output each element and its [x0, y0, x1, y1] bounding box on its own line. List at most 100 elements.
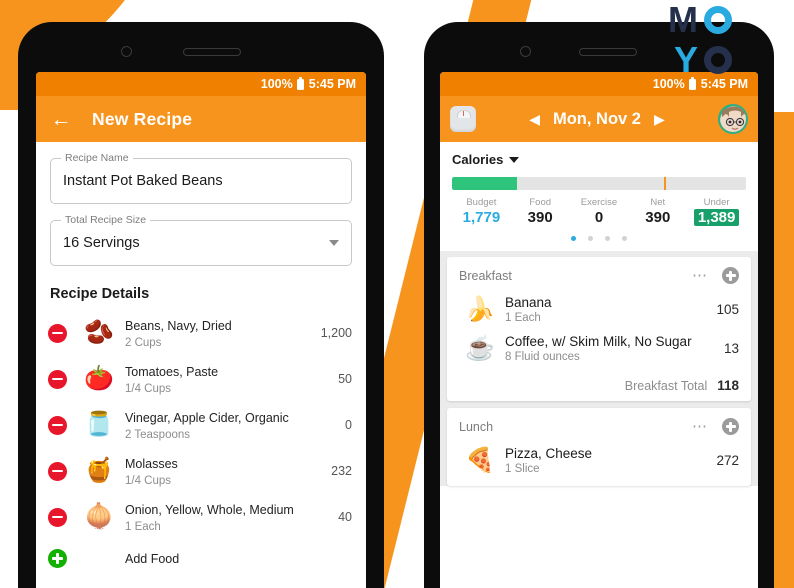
recipe-size-select[interactable]: Total Recipe Size 16 Servings	[50, 214, 352, 266]
ingredient-calories: 1,200	[320, 326, 352, 340]
food-name: Banana	[505, 295, 552, 310]
calories-header[interactable]: Calories	[452, 150, 746, 177]
next-day-icon[interactable]: ▶	[654, 112, 665, 126]
carousel-dot[interactable]	[571, 236, 576, 241]
calorie-progress-fill	[452, 177, 517, 190]
meal-total-row: Breakfast Total 118	[447, 368, 751, 395]
phone-left-frame: 100% 5:45 PM ← New Recipe Recipe Name In…	[18, 22, 384, 588]
calorie-stats-row: Budget 1,779 Food 390 Exercise 0 Net 390 Under 1,…	[452, 197, 746, 227]
ingredient-name: Beans, Navy, Dried	[125, 319, 232, 333]
avatar[interactable]	[717, 104, 748, 134]
food-emoji-icon: 🍌	[465, 295, 495, 323]
food-quantity: 8 Fluid ounces	[505, 351, 580, 363]
recipe-form: Recipe Name Instant Pot Baked Beans Tota…	[36, 142, 366, 266]
calorie-stat-label: Exercise	[580, 197, 618, 208]
remove-ingredient-icon[interactable]	[48, 507, 67, 527]
ingredient-row[interactable]: 🍅 Tomatoes, Paste 1/4 Cups 50	[36, 356, 366, 402]
arrow-left-icon[interactable]: ←	[50, 109, 72, 130]
screenshot-stage: M Y 100% 5:45 PM ← New Recipe Recipe Nam	[0, 0, 794, 588]
calorie-stat-label: Under	[703, 197, 730, 208]
recipe-name-label: Recipe Name	[61, 152, 133, 164]
food-calories: 13	[723, 341, 739, 356]
ingredient-text: Onion, Yellow, Whole, Medium 1 Each	[125, 501, 312, 533]
recipe-size-value: 16 Servings	[63, 235, 140, 251]
ingredient-quantity: 2 Cups	[125, 337, 162, 349]
meal-card: Lunch ⋯ 🍕 Pizza, Cheese 1 Slice 272	[447, 408, 751, 486]
front-camera-icon	[121, 46, 132, 57]
moyo-logo: M Y	[668, 2, 786, 82]
add-food-label: Add Food	[125, 551, 180, 566]
meal-total-value: 118	[717, 378, 739, 393]
ingredient-row[interactable]: 🫙 Vinegar, Apple Cider, Organic 2 Teaspoon…	[36, 402, 366, 448]
ingredient-row[interactable]: 🧅 Onion, Yellow, Whole, Medium 1 Each 40	[36, 494, 366, 540]
prev-day-icon[interactable]: ◀	[529, 112, 540, 126]
food-row[interactable]: ☕ Coffee, w/ Skim Milk, No Sugar 8 Fluid o…	[447, 329, 751, 368]
logo-letter-o-dark-icon	[704, 46, 733, 74]
food-row[interactable]: 🍌 Banana 1 Each 105	[447, 290, 751, 329]
ingredient-row[interactable]: 🫘 Beans, Navy, Dried 2 Cups 1,200	[36, 310, 366, 356]
ingredient-quantity: 1/4 Cups	[125, 475, 172, 487]
carousel-dot[interactable]	[588, 236, 593, 241]
more-horizontal-icon[interactable]: ⋯	[692, 268, 708, 283]
calorie-goal-marker	[663, 177, 666, 190]
add-food-row[interactable]: Add Food	[36, 540, 366, 577]
meal-header: Breakfast ⋯	[447, 257, 751, 290]
battery-icon-left	[296, 76, 304, 90]
add-circle-icon[interactable]	[722, 418, 739, 435]
phone-right-frame: 100% 5:45 PM ◀ Mon, Nov 2 ▶ Calories Bud…	[424, 22, 774, 588]
ingredient-emoji-icon: 🍅	[84, 365, 114, 392]
ingredient-emoji-icon: 🍯	[84, 457, 114, 484]
food-row[interactable]: 🍕 Pizza, Cheese 1 Slice 272	[447, 441, 751, 480]
carousel-dot[interactable]	[622, 236, 627, 241]
ingredient-name: Molasses	[125, 457, 178, 471]
weight-scale-icon[interactable]	[450, 106, 476, 132]
meal-card: Breakfast ⋯ 🍌 Banana 1 Each 105 ☕ Coffee, w/ Sk…	[447, 257, 751, 401]
app-bar-right: ◀ Mon, Nov 2 ▶	[440, 96, 758, 142]
food-calories: 105	[716, 302, 739, 317]
date-navigator: ◀ Mon, Nov 2 ▶	[529, 110, 665, 129]
food-quantity: 1 Each	[505, 312, 541, 324]
battery-percent-left: 100%	[260, 77, 293, 91]
calories-label: Calories	[452, 152, 504, 167]
recipe-size-label: Total Recipe Size	[61, 214, 151, 226]
meal-name: Breakfast	[459, 268, 512, 283]
remove-ingredient-icon[interactable]	[48, 415, 67, 435]
remove-ingredient-icon[interactable]	[48, 461, 67, 481]
food-quantity: 1 Slice	[505, 463, 540, 475]
add-circle-icon[interactable]	[48, 549, 67, 568]
logo-letter-m: M	[668, 0, 698, 40]
chevron-down-icon[interactable]	[509, 156, 520, 163]
ingredient-calories: 50	[338, 372, 352, 386]
carousel-dot[interactable]	[605, 236, 610, 241]
add-circle-icon[interactable]	[722, 267, 739, 284]
calories-panel: Calories Budget 1,779 Food 390 Exercise 0 Net 3…	[440, 142, 758, 251]
ingredient-emoji-icon: 🫘	[84, 319, 114, 346]
phone-right-screen: 100% 5:45 PM ◀ Mon, Nov 2 ▶ Calories Bud…	[440, 72, 758, 588]
ingredient-row[interactable]: 🍯 Molasses 1/4 Cups 232	[36, 448, 366, 494]
calorie-stat: Under 1,389	[687, 197, 746, 227]
clock-left: 5:45 PM	[308, 77, 356, 91]
recipe-name-field[interactable]: Recipe Name Instant Pot Baked Beans	[50, 152, 352, 204]
calorie-stat-label: Budget	[466, 197, 497, 208]
calorie-stat: Food 390	[511, 197, 570, 227]
ingredient-name: Vinegar, Apple Cider, Organic	[125, 411, 289, 425]
food-text: Banana 1 Each	[505, 295, 713, 324]
ingredient-emoji-icon: 🫙	[84, 411, 114, 438]
calorie-stat-value: 390	[645, 209, 671, 226]
ingredient-name: Tomatoes, Paste	[125, 365, 219, 379]
more-horizontal-icon[interactable]: ⋯	[692, 419, 708, 434]
calorie-stat-value: 1,389	[693, 209, 740, 226]
chevron-down-icon[interactable]	[329, 240, 339, 246]
remove-ingredient-icon[interactable]	[48, 323, 67, 343]
remove-ingredient-icon[interactable]	[48, 369, 67, 389]
ingredient-list: 🫘 Beans, Navy, Dried 2 Cups 1,200 🍅 Tomatoes,…	[36, 310, 366, 540]
ingredient-calories: 232	[331, 464, 352, 478]
calorie-stat-label: Food	[529, 197, 552, 208]
calorie-stat: Net 390	[628, 197, 687, 227]
carousel-dots[interactable]	[452, 227, 746, 247]
calorie-progress-bar	[452, 177, 746, 190]
ingredient-text: Vinegar, Apple Cider, Organic 2 Teaspoons	[125, 409, 312, 441]
recipe-name-value: Instant Pot Baked Beans	[63, 173, 223, 189]
calorie-stat-value: 390	[527, 209, 553, 226]
ingredient-text: Molasses 1/4 Cups	[125, 455, 312, 487]
